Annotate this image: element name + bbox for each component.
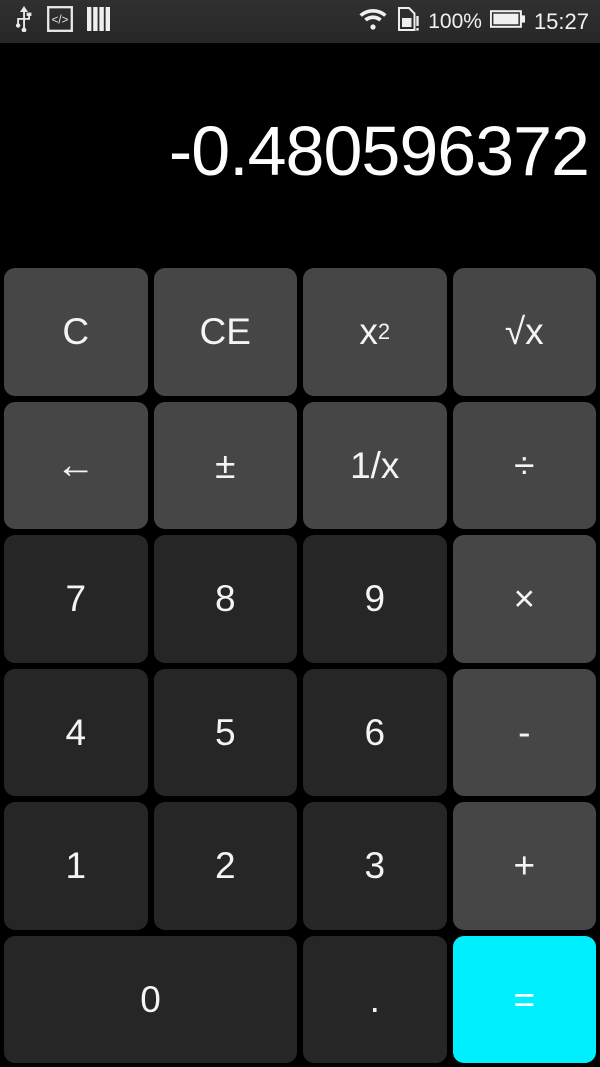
calculator-app: </> 100% 15:27 -0.480596372 C CE x 2 √x … [0, 0, 600, 1067]
key-square[interactable]: x2 [303, 268, 447, 396]
calculator-keypad: C CE x 2 √x ← ±1/x ÷ 7 8 9 × 4 5 6- 1 2 3 +0. = [0, 264, 600, 1067]
key-clear-entry[interactable]: CE [153, 268, 297, 396]
key-0[interactable]: 0 [4, 935, 297, 1063]
key-square-root[interactable]: √x [452, 268, 596, 396]
status-bar-right-icons: 100% 15:27 [358, 6, 589, 37]
key-2[interactable]: 2 [153, 802, 297, 930]
vertical-bars-icon [86, 7, 112, 36]
key-equals[interactable]: = [452, 935, 596, 1063]
key-1[interactable]: 1 [4, 802, 148, 930]
key-backspace[interactable]: ← [4, 401, 148, 529]
usb-icon [14, 6, 34, 37]
key-add[interactable]: + [452, 802, 596, 930]
key-5[interactable]: 5 [153, 668, 297, 796]
key-7[interactable]: 7 [4, 535, 148, 663]
battery-icon [489, 9, 526, 34]
svg-text:</>: </> [52, 15, 69, 27]
battery-percent-label: 100% [428, 10, 482, 33]
developer-options-icon: </> [47, 6, 73, 37]
key-reciprocal[interactable]: 1/x [303, 401, 447, 529]
key-decimal[interactable]: . [303, 935, 447, 1063]
display-value: -0.480596372 [168, 111, 590, 190]
wifi-icon [358, 7, 388, 36]
status-bar: </> 100% 15:27 [0, 0, 600, 43]
key-3[interactable]: 3 [303, 802, 447, 930]
key-divide[interactable]: ÷ [452, 401, 596, 529]
key-4[interactable]: 4 [4, 668, 148, 796]
key-clear[interactable]: C [4, 268, 148, 396]
status-bar-left-icons: </> [14, 6, 112, 37]
key-6[interactable]: 6 [303, 668, 447, 796]
clock-label: 15:27 [533, 8, 589, 34]
key-multiply[interactable]: × [452, 535, 596, 663]
key-subtract[interactable]: - [452, 668, 596, 796]
key-9[interactable]: 9 [303, 535, 447, 663]
key-plus-minus[interactable]: ± [153, 401, 297, 529]
key-8[interactable]: 8 [153, 535, 297, 663]
calculator-display: -0.480596372 [0, 43, 600, 258]
sim-card-alert-icon [396, 6, 420, 37]
